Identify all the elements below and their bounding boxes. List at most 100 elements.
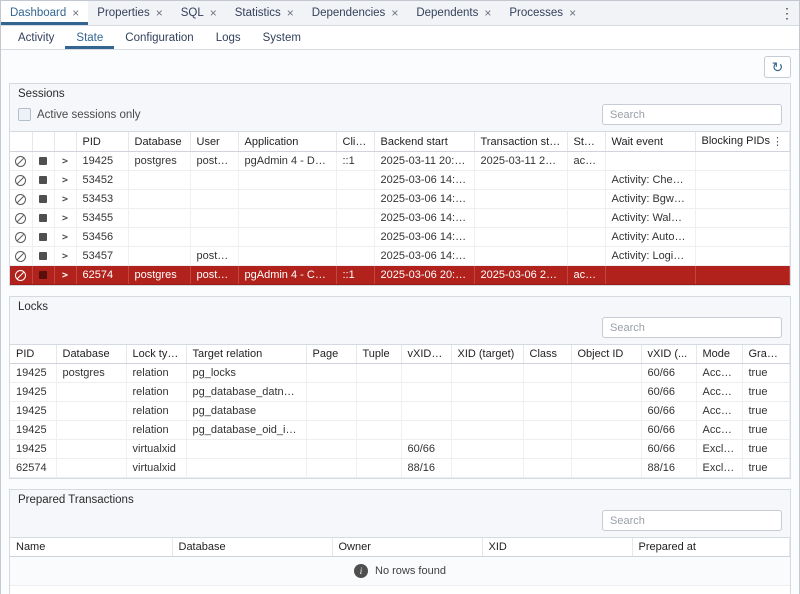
tab-dashboard[interactable]: Dashboard× <box>1 1 88 25</box>
tab-sql[interactable]: SQL× <box>172 1 226 25</box>
cancel-session-cell[interactable] <box>10 228 32 247</box>
cancel-session-icon[interactable] <box>15 213 26 224</box>
terminate-session-cell[interactable] <box>32 228 54 247</box>
lock-row[interactable]: 19425virtualxid60/6660/66Exclusi...true <box>10 440 790 459</box>
session-row[interactable]: >19425postgrespostgr...pgAdmin 4 - DB:po… <box>10 152 790 171</box>
tab-close-icon[interactable]: × <box>391 7 398 19</box>
subtab-logs[interactable]: Logs <box>205 26 252 49</box>
terminate-session-icon[interactable] <box>39 176 47 184</box>
lock-cell <box>523 383 571 402</box>
session-row[interactable]: >534532025-03-06 14:10:11 ...Activity: B… <box>10 190 790 209</box>
locks-search-input[interactable] <box>602 317 782 338</box>
sessions-header-row: PIDDatabaseUserApplicationClientBackend … <box>10 132 790 152</box>
cancel-session-icon[interactable] <box>15 270 26 281</box>
lock-cell: postgres <box>56 364 126 383</box>
tab-close-icon[interactable]: × <box>287 7 294 19</box>
lock-cell <box>401 383 451 402</box>
session-cell <box>474 228 567 247</box>
terminate-session-cell[interactable] <box>32 247 54 266</box>
lock-cell: true <box>742 421 790 440</box>
cancel-session-icon[interactable] <box>15 232 26 243</box>
lock-cell: 19425 <box>10 421 56 440</box>
tab-close-icon[interactable]: × <box>72 7 79 19</box>
column-menu-icon[interactable]: ⋮ <box>772 135 783 148</box>
tab-dependents[interactable]: Dependents× <box>407 1 500 25</box>
session-cell: Activity: WalWriterM... <box>605 209 695 228</box>
session-cell <box>238 228 336 247</box>
refresh-button[interactable]: ↻ <box>764 56 791 78</box>
expand-row-icon[interactable]: > <box>62 175 68 186</box>
expand-row-icon[interactable]: > <box>62 232 68 243</box>
expand-row-cell[interactable]: > <box>54 209 76 228</box>
session-cell: postgr... <box>190 152 238 171</box>
lock-cell: true <box>742 383 790 402</box>
expand-row-cell[interactable]: > <box>54 152 76 171</box>
subtab-state[interactable]: State <box>65 26 114 49</box>
cancel-session-icon[interactable] <box>15 251 26 262</box>
lock-row[interactable]: 19425relationpg_database_oid_index60/66A… <box>10 421 790 440</box>
session-cell <box>190 171 238 190</box>
expand-row-icon[interactable]: > <box>62 194 68 205</box>
session-row[interactable]: >62574postgrespostgr...pgAdmin 4 - CONN:… <box>10 266 790 285</box>
expand-row-cell[interactable]: > <box>54 247 76 266</box>
session-cell: 53457 <box>76 247 128 266</box>
cancel-session-cell[interactable] <box>10 209 32 228</box>
session-row[interactable]: >534562025-03-06 14:10:11 ...Activity: A… <box>10 228 790 247</box>
subtab-activity[interactable]: Activity <box>7 26 65 49</box>
lock-cell: 19425 <box>10 364 56 383</box>
expand-row-icon[interactable]: > <box>62 213 68 224</box>
cancel-session-cell[interactable] <box>10 266 32 285</box>
tab-statistics[interactable]: Statistics× <box>226 1 303 25</box>
subtab-configuration[interactable]: Configuration <box>114 26 204 49</box>
terminate-session-icon[interactable] <box>39 233 47 241</box>
terminate-session-icon[interactable] <box>39 195 47 203</box>
session-row[interactable]: >534522025-03-06 14:10:11 ...Activity: C… <box>10 171 790 190</box>
lock-row[interactable]: 19425relationpg_database60/66Acces...tru… <box>10 402 790 421</box>
cancel-session-icon[interactable] <box>15 156 26 167</box>
expand-row-cell[interactable]: > <box>54 190 76 209</box>
refresh-icon: ↻ <box>772 60 784 74</box>
expand-row-icon[interactable]: > <box>62 270 68 281</box>
pgadmin-dashboard-panel: Dashboard×Properties×SQL×Statistics×Depe… <box>1 1 799 594</box>
terminate-session-cell[interactable] <box>32 209 54 228</box>
tab-properties[interactable]: Properties× <box>88 1 171 25</box>
tab-processes[interactable]: Processes× <box>500 1 585 25</box>
expand-row-icon[interactable]: > <box>62 156 68 167</box>
session-cell <box>336 190 374 209</box>
lock-cell: 60/66 <box>641 402 696 421</box>
cancel-session-cell[interactable] <box>10 171 32 190</box>
panel-menu-icon[interactable]: ⋮ <box>775 1 799 25</box>
checkbox-box[interactable] <box>18 108 31 121</box>
terminate-session-cell[interactable] <box>32 171 54 190</box>
active-sessions-checkbox[interactable]: Active sessions only <box>18 108 141 121</box>
session-row[interactable]: >53457postgr...2025-03-06 14:10:11 ...Ac… <box>10 247 790 266</box>
lock-row[interactable]: 19425postgresrelationpg_locks60/66Acces.… <box>10 364 790 383</box>
tab-close-icon[interactable]: × <box>210 7 217 19</box>
terminate-session-icon[interactable] <box>39 214 47 222</box>
lock-row[interactable]: 19425relationpg_database_datname_ind...6… <box>10 383 790 402</box>
terminate-session-icon[interactable] <box>39 157 47 165</box>
expand-row-cell[interactable]: > <box>54 228 76 247</box>
cancel-session-cell[interactable] <box>10 247 32 266</box>
terminate-session-cell[interactable] <box>32 152 54 171</box>
tab-close-icon[interactable]: × <box>156 7 163 19</box>
cancel-session-icon[interactable] <box>15 194 26 205</box>
expand-row-cell[interactable]: > <box>54 266 76 285</box>
terminate-session-icon[interactable] <box>39 252 47 260</box>
session-row[interactable]: >534552025-03-06 14:10:11 ...Activity: W… <box>10 209 790 228</box>
tab-close-icon[interactable]: × <box>484 7 491 19</box>
cancel-session-icon[interactable] <box>15 175 26 186</box>
cancel-session-cell[interactable] <box>10 190 32 209</box>
expand-row-icon[interactable]: > <box>62 251 68 262</box>
terminate-session-cell[interactable] <box>32 190 54 209</box>
subtab-system[interactable]: System <box>252 26 312 49</box>
expand-row-cell[interactable]: > <box>54 171 76 190</box>
tab-close-icon[interactable]: × <box>569 7 576 19</box>
tab-dependencies[interactable]: Dependencies× <box>303 1 408 25</box>
terminate-session-cell[interactable] <box>32 266 54 285</box>
lock-row[interactable]: 62574virtualxid88/1688/16Exclusi...true <box>10 459 790 478</box>
terminate-session-icon[interactable] <box>39 271 47 279</box>
sessions-search-input[interactable] <box>602 104 782 125</box>
cancel-session-cell[interactable] <box>10 152 32 171</box>
prepared-search-input[interactable] <box>602 510 782 531</box>
